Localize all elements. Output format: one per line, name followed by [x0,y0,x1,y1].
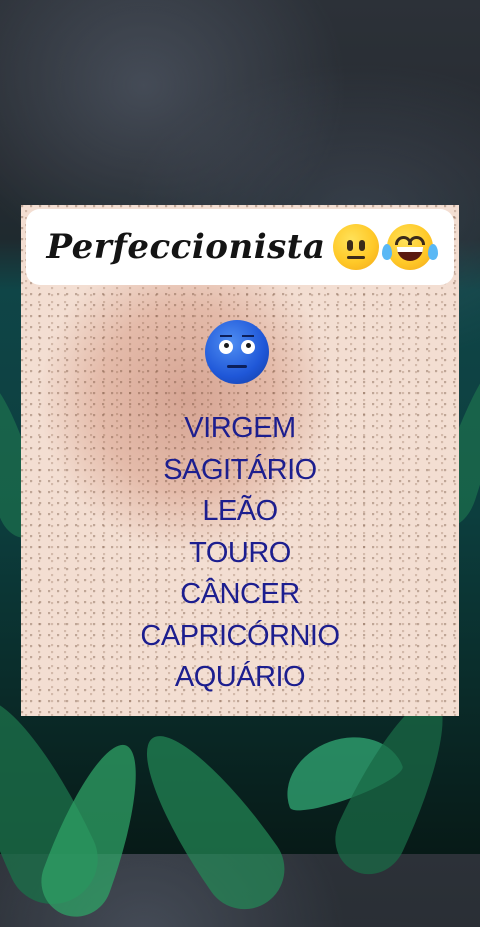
tears-of-joy-icon [382,224,439,270]
zodiac-sign: CÂNCER [180,578,300,610]
title-bar: Perfeccionista [26,209,454,285]
zodiac-sign: AQUÁRIO [174,661,306,693]
leaf-decoration [119,715,301,925]
zodiac-sign: VIRGEM [184,412,296,444]
zodiac-sign: CAPRICÓRNIO [140,619,340,652]
neutral-face-icon [333,224,380,270]
post-title: Perfeccionista [46,227,326,267]
zodiac-sign: TOURO [189,536,291,569]
zodiac-sign-list: VIRGEM SAGITÁRIO LEÃO TOURO CÂNCER CAPRI… [21,408,459,699]
blue-neutral-face-icon [205,320,269,384]
zodiac-sign: LEÃO [202,495,278,527]
zodiac-sign: SAGITÁRIO [163,453,317,486]
